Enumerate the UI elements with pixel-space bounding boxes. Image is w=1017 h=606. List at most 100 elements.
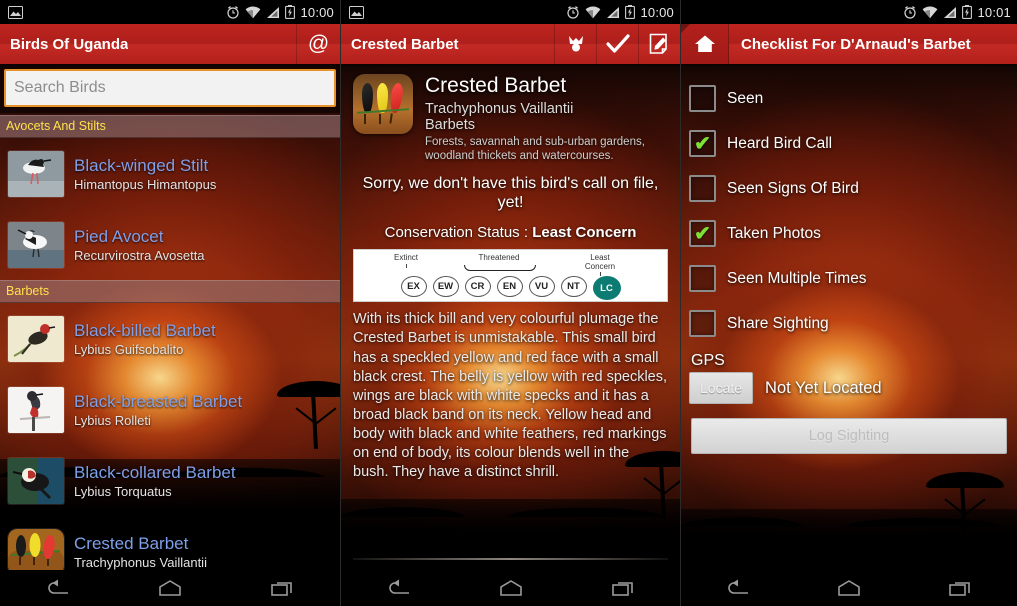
iucn-status-chart: Extinct Threatened Least Concern EX EW C… bbox=[353, 249, 668, 303]
search-input[interactable] bbox=[14, 79, 326, 97]
home-icon[interactable] bbox=[483, 573, 539, 603]
wifi-icon bbox=[923, 6, 938, 18]
wifi-icon bbox=[246, 6, 261, 18]
battery-icon bbox=[962, 5, 973, 19]
iucn-threatened-brace bbox=[464, 265, 536, 272]
signal-icon bbox=[267, 6, 280, 18]
detail-bird-habitat: Forests, savannah and sub-urban gardens,… bbox=[425, 135, 645, 163]
iucn-pill-ex: EX bbox=[400, 276, 427, 298]
screen-bird-detail: 10:00 Crested Barbet Crested Barbet Trac… bbox=[340, 0, 680, 606]
conservation-status-label: Conservation Status : bbox=[384, 224, 533, 242]
detail-bird-scientific-name: Trachyphonus Vaillantii bbox=[425, 100, 574, 117]
bird-scientific-name: Lybius Rolleti bbox=[74, 412, 151, 428]
screen-checklist: 10:01 Checklist For D'Arnaud's Barbet ✔ … bbox=[680, 0, 1017, 606]
back-icon[interactable] bbox=[709, 573, 765, 603]
checkbox-seen-signs-of-bird[interactable]: ✔ bbox=[689, 175, 716, 202]
content-divider bbox=[353, 558, 668, 560]
bird-scientific-name: Trachyphonus Vaillantii bbox=[74, 554, 207, 570]
checkbox-seen-multiple-times[interactable]: ✔ bbox=[689, 265, 716, 292]
bird-thumbnail bbox=[8, 150, 64, 197]
home-icon[interactable] bbox=[821, 573, 877, 603]
log-sighting-button[interactable]: Log Sighting bbox=[691, 418, 1007, 454]
alarm-icon bbox=[227, 6, 240, 19]
bird-scientific-name: Lybius Guifsobalito bbox=[74, 341, 184, 357]
bird-icon[interactable] bbox=[554, 24, 596, 64]
bird-thumbnail bbox=[8, 528, 64, 570]
screen-bird-list: 10:00 Birds Of Uganda @ Avocets And Stil… bbox=[0, 0, 340, 606]
status-time: 10:00 bbox=[300, 4, 334, 20]
list-item-selected[interactable]: Crested Barbet Trachyphonus Vaillantii bbox=[0, 516, 340, 570]
checkbox-share-sighting[interactable]: ✔ bbox=[689, 310, 716, 337]
home-icon[interactable] bbox=[142, 573, 198, 603]
search-box[interactable] bbox=[4, 69, 336, 107]
bird-list[interactable]: Avocets And Stilts Black-winged Stilt Hi… bbox=[0, 115, 340, 570]
bird-scientific-name: Recurvirostra Avosetta bbox=[74, 247, 205, 263]
checklist-title: Checklist For D'Arnaud's Barbet bbox=[741, 35, 971, 53]
conservation-status-line: Conservation Status : Least Concern bbox=[353, 224, 668, 241]
three-screenshot-strip: 10:00 Birds Of Uganda @ Avocets And Stil… bbox=[0, 0, 1017, 606]
group-header: Barbets bbox=[0, 280, 340, 303]
check-icon[interactable] bbox=[596, 24, 638, 64]
battery-icon bbox=[625, 5, 636, 19]
checkbox-label: Taken Photos bbox=[727, 224, 821, 242]
action-bar-checklist: Checklist For D'Arnaud's Barbet bbox=[681, 24, 1017, 64]
list-item[interactable]: Black-breasted Barbet Lybius Rolleti bbox=[0, 374, 340, 445]
iucn-group-threatened: Threatened bbox=[478, 253, 520, 263]
image-icon bbox=[8, 5, 23, 19]
list-item[interactable]: Black-collared Barbet Lybius Torquatus bbox=[0, 445, 340, 516]
checkbox-label: Seen bbox=[727, 89, 764, 107]
bird-thumbnail bbox=[8, 386, 64, 433]
checkbox-taken-photos[interactable]: ✔ bbox=[689, 220, 716, 247]
locate-button[interactable]: Locate bbox=[689, 372, 754, 404]
bird-thumbnail bbox=[8, 457, 64, 504]
bird-name: Black-breasted Barbet bbox=[74, 391, 243, 411]
list-item[interactable]: Black-winged Stilt Himantopus Himantopus bbox=[0, 138, 340, 209]
list-item[interactable]: Pied Avocet Recurvirostra Avosetta bbox=[0, 209, 340, 280]
iucn-pill-en: EN bbox=[496, 276, 523, 298]
checkbox-seen[interactable]: ✔ bbox=[689, 85, 716, 112]
bird-detail-content[interactable]: Crested Barbet Trachyphonus Vaillantii B… bbox=[341, 64, 680, 570]
recents-icon[interactable] bbox=[596, 573, 652, 603]
checklist-row-seen-multiple-times[interactable]: ✔ Seen Multiple Times bbox=[689, 256, 1009, 301]
iucn-pill-vu: VU bbox=[528, 276, 555, 298]
gps-row: Locate Not Yet Located bbox=[689, 372, 1009, 404]
action-bar-bird-list: Birds Of Uganda @ bbox=[0, 24, 340, 64]
note-edit-icon[interactable] bbox=[638, 24, 680, 64]
bird-name: Black-billed Barbet bbox=[74, 320, 216, 340]
gps-header: GPS bbox=[691, 352, 725, 369]
home-up-icon[interactable] bbox=[681, 24, 729, 64]
bird-scientific-name: Himantopus Himantopus bbox=[74, 176, 217, 192]
detail-title: Crested Barbet bbox=[351, 35, 459, 53]
call-unavailable-message: Sorry, we don't have this bird's call on… bbox=[362, 174, 659, 212]
checklist-form[interactable]: ✔ Seen ✔ Heard Bird Call ✔ Seen Signs Of… bbox=[681, 64, 1017, 570]
status-bar-right: 10:01 bbox=[681, 0, 1017, 24]
checkbox-heard-bird-call[interactable]: ✔ bbox=[689, 130, 716, 157]
status-bar-middle: 10:00 bbox=[341, 0, 680, 24]
search-bar-container bbox=[0, 64, 340, 113]
bird-description: With its thick bill and very colourful p… bbox=[353, 311, 668, 481]
checkbox-label: Share Sighting bbox=[727, 314, 829, 332]
iucn-pill-nt: NT bbox=[560, 276, 587, 298]
signal-icon bbox=[607, 6, 620, 18]
iucn-group-least-concern: Least Concern bbox=[574, 254, 626, 277]
recents-icon[interactable] bbox=[933, 573, 989, 603]
bird-thumbnail bbox=[8, 315, 64, 362]
checkbox-label: Seen Multiple Times bbox=[727, 269, 867, 287]
recents-icon[interactable] bbox=[255, 573, 311, 603]
iucn-pill-lc-active: LC bbox=[592, 276, 621, 301]
checklist-row-taken-photos[interactable]: ✔ Taken Photos bbox=[689, 211, 1009, 256]
bird-avatar-icon bbox=[353, 74, 413, 134]
at-icon[interactable]: @ bbox=[296, 24, 340, 64]
checklist-row-seen-signs-of-bird[interactable]: ✔ Seen Signs Of Bird bbox=[689, 166, 1009, 211]
back-icon[interactable] bbox=[370, 573, 426, 603]
list-item[interactable]: Black-billed Barbet Lybius Guifsobalito bbox=[0, 303, 340, 374]
checklist-row-seen[interactable]: ✔ Seen bbox=[689, 76, 1009, 121]
bird-scientific-name: Lybius Torquatus bbox=[74, 483, 172, 499]
status-time: 10:01 bbox=[977, 4, 1011, 20]
checklist-row-heard-bird-call[interactable]: ✔ Heard Bird Call bbox=[689, 121, 1009, 166]
checklist-row-share-sighting[interactable]: ✔ Share Sighting bbox=[689, 301, 1009, 346]
bird-name: Black-winged Stilt bbox=[74, 155, 209, 175]
checkbox-label: Seen Signs Of Bird bbox=[727, 179, 859, 197]
alarm-icon bbox=[904, 6, 917, 19]
back-icon[interactable] bbox=[29, 573, 85, 603]
